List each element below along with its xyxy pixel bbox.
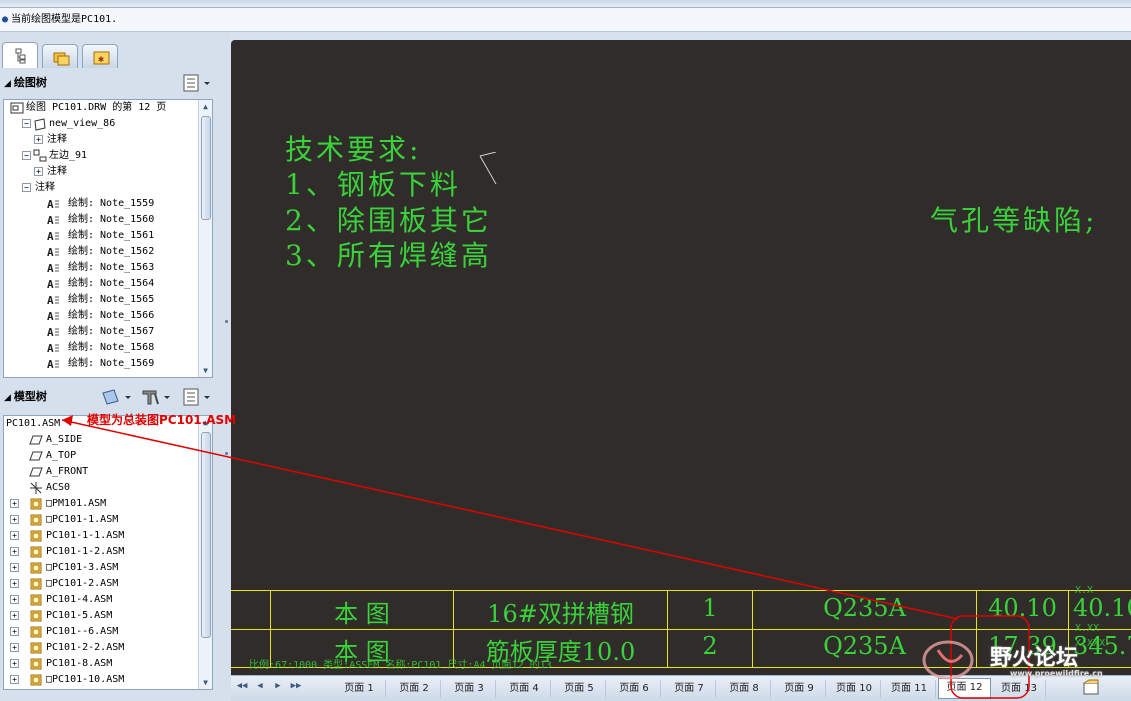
arrowhead-icon xyxy=(62,415,73,426)
watermark-url: www.proewildfire.cn xyxy=(1010,669,1103,678)
annotation-label: 模型为总装图PC101.ASM xyxy=(87,413,237,427)
annotation-arrow xyxy=(61,419,959,620)
annotation-overlay xyxy=(61,415,1030,699)
watermark-text: 野火论坛 xyxy=(990,646,1079,671)
watermark-logo-icon xyxy=(922,640,974,680)
